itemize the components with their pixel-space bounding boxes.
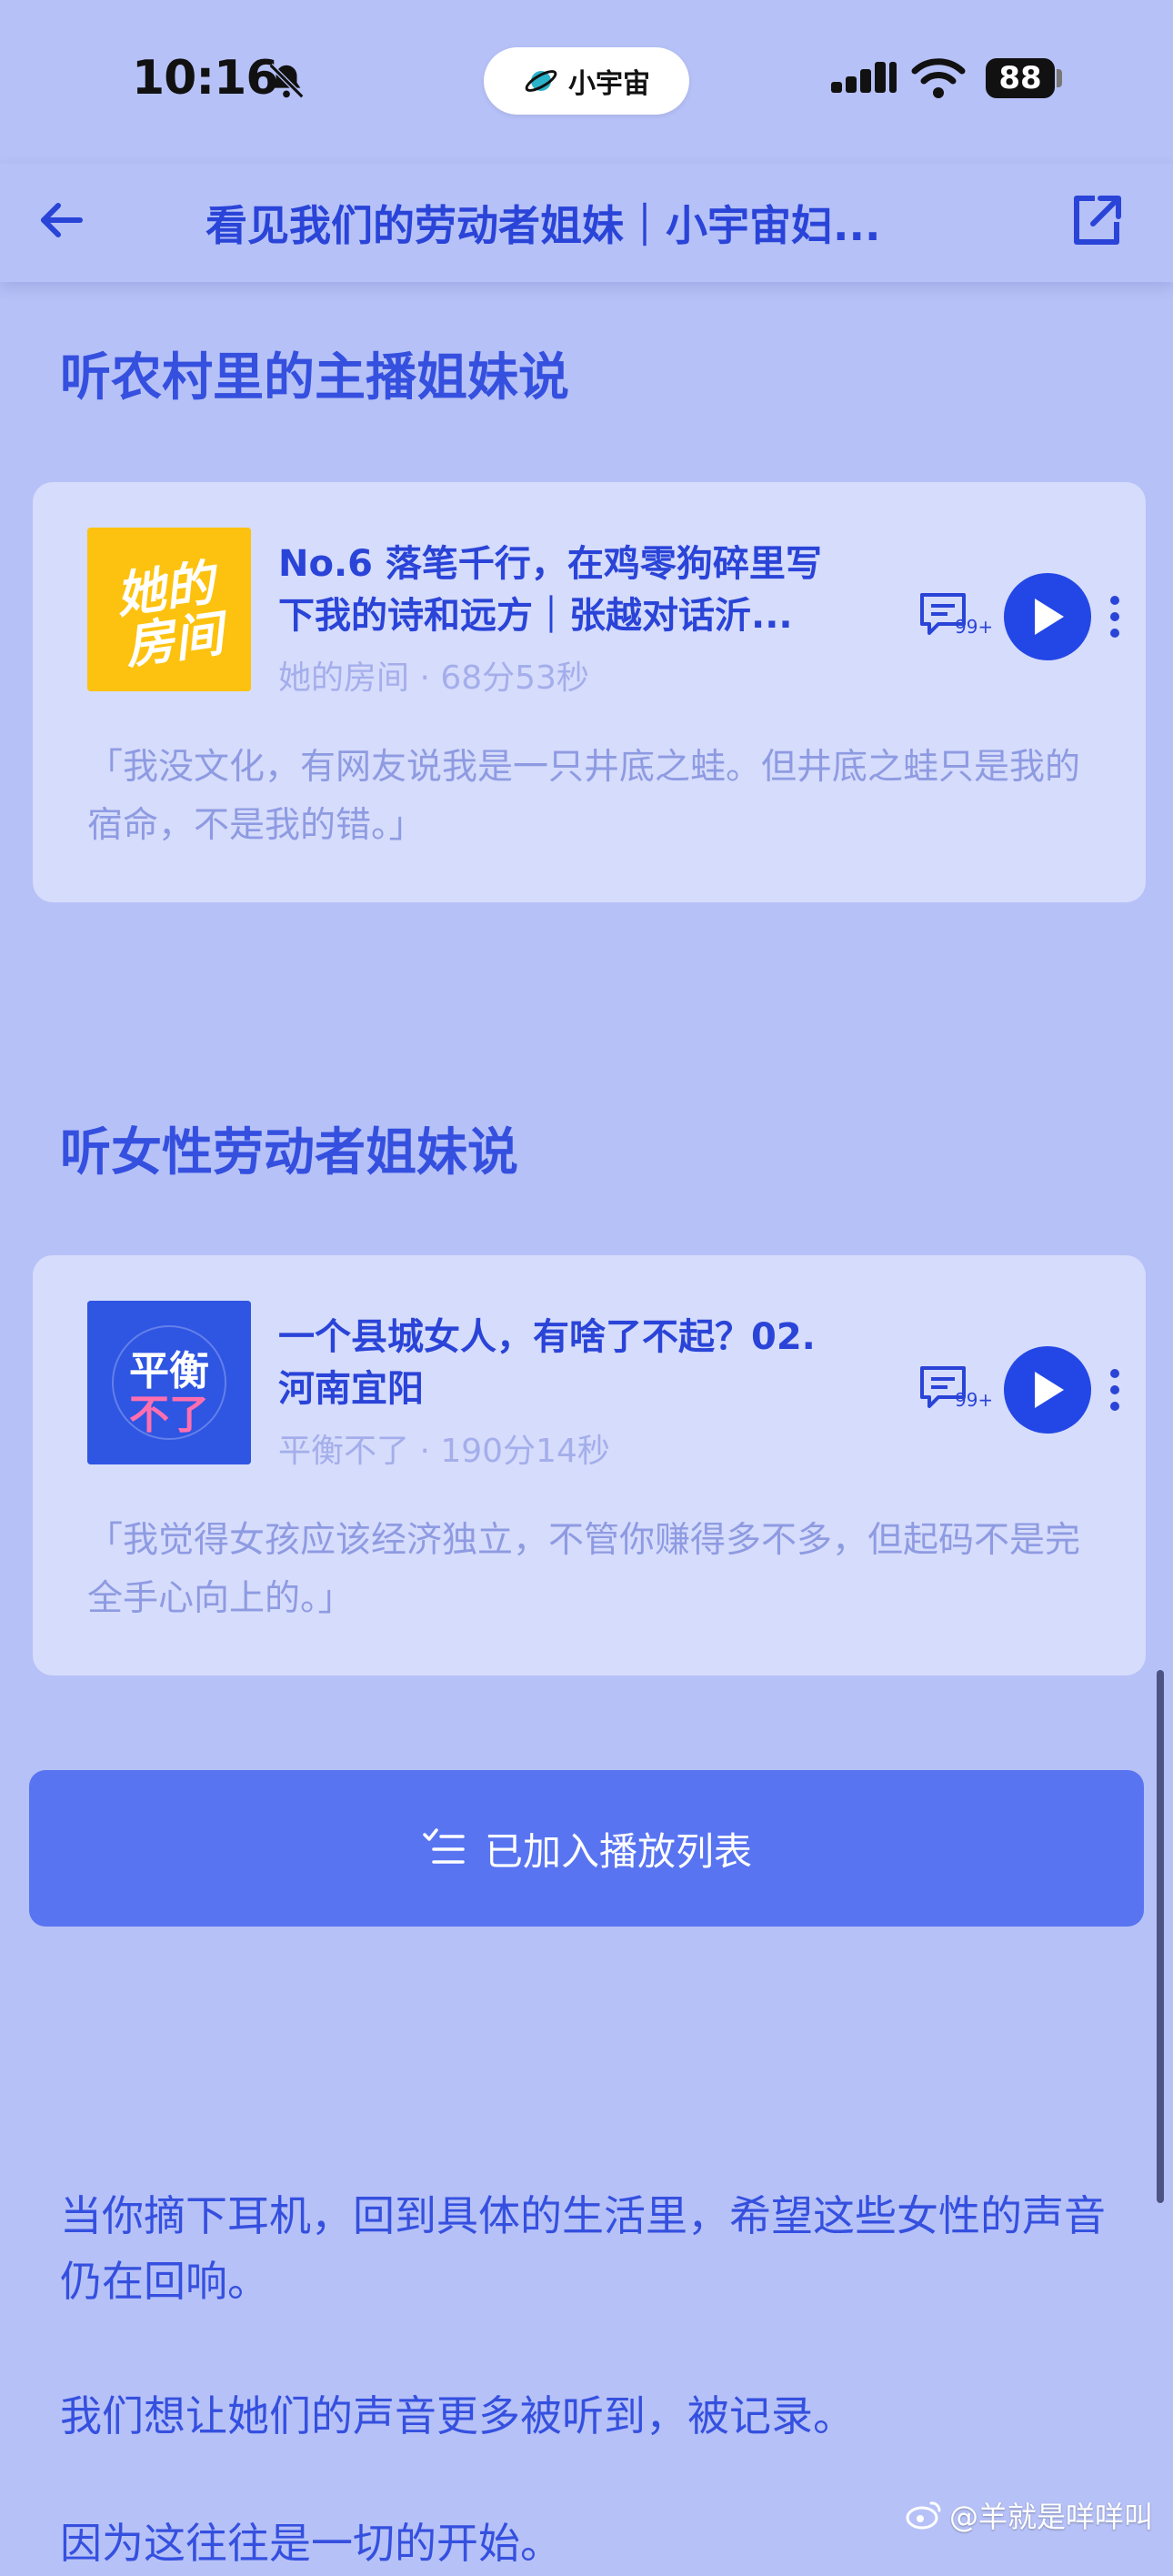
playlist-check-icon bbox=[423, 1828, 465, 1864]
episode-meta-2: 平衡不了 · 190分14秒 bbox=[278, 1433, 610, 1470]
back-arrow-icon[interactable] bbox=[35, 193, 89, 247]
episode-title-2-line1: 一个县城女人，有啥了不起？02. bbox=[278, 1316, 816, 1358]
episode-title-1-line1: No.6 落笔千行，在鸡零狗碎里写 bbox=[278, 543, 822, 585]
added-to-playlist-button[interactable]: 已加入播放列表 bbox=[29, 1770, 1144, 1927]
body-paragraph-2: 我们想让她们的声音更多被听到，被记录。 bbox=[60, 2391, 855, 2440]
comment-badge-1: 99+ bbox=[955, 616, 991, 638]
page-title: 看见我们的劳动者姐妹｜小宇宙妇... bbox=[206, 201, 881, 250]
more-vertical-icon[interactable] bbox=[1106, 589, 1124, 644]
cellular-signal-icon bbox=[831, 62, 897, 93]
episode-title-1-line2: 下我的诗和远方｜张越对话沂... bbox=[278, 595, 793, 637]
cover-art-her-room: 她的 房间 bbox=[87, 528, 251, 691]
app-pill[interactable]: 小宇宙 bbox=[484, 47, 689, 115]
episode-quote-2: 「我觉得女孩应该经济独立，不管你赚得多不多，但起码不是完全手心向上的。」 bbox=[87, 1520, 1081, 1619]
added-to-playlist-label: 已加入播放列表 bbox=[484, 1828, 752, 1874]
svg-text:不了: 不了 bbox=[129, 1392, 209, 1438]
watermark-text: @羊就是咩咩叫 bbox=[949, 2500, 1154, 2534]
play-icon bbox=[1035, 1372, 1064, 1408]
comment-badge-2: 99+ bbox=[955, 1389, 991, 1411]
play-button-1[interactable] bbox=[1004, 573, 1091, 660]
episode-title-2[interactable]: 一个县城女人，有啥了不起？02. 河南宜阳 bbox=[278, 1312, 897, 1415]
wifi-icon bbox=[911, 58, 966, 98]
battery-indicator: 88 bbox=[986, 58, 1055, 98]
more-vertical-icon[interactable] bbox=[1106, 1363, 1124, 1417]
bell-muted-icon bbox=[268, 63, 305, 99]
section-title-rural: 听农村里的主播姐妹说 bbox=[60, 348, 569, 408]
planet-logo-icon bbox=[525, 70, 557, 92]
share-icon[interactable] bbox=[1068, 191, 1126, 249]
body-paragraph-1: 当你摘下耳机，回到具体的生活里，希望这些女性的声音仍在回响。 bbox=[60, 2191, 1106, 2306]
play-icon bbox=[1035, 599, 1064, 635]
play-button-2[interactable] bbox=[1004, 1346, 1091, 1434]
episode-cover-2[interactable]: 平衡 不了 bbox=[87, 1301, 251, 1464]
episode-cover-1[interactable]: 她的 房间 bbox=[87, 528, 251, 691]
battery-tip bbox=[1057, 69, 1062, 87]
episode-title-2-line2: 河南宜阳 bbox=[278, 1368, 424, 1410]
episode-meta-1: 她的房间 · 68分53秒 bbox=[278, 659, 589, 697]
svg-text:平衡: 平衡 bbox=[129, 1348, 209, 1394]
app-pill-label: 小宇宙 bbox=[568, 68, 650, 100]
scrollbar[interactable] bbox=[1157, 1670, 1164, 2203]
section-title-workers: 听女性劳动者姐妹说 bbox=[60, 1123, 518, 1182]
weibo-icon bbox=[906, 2501, 941, 2530]
episode-title-1[interactable]: No.6 落笔千行，在鸡零狗碎里写 下我的诗和远方｜张越对话沂... bbox=[278, 538, 897, 642]
comment-icon[interactable]: 99+ bbox=[918, 589, 991, 644]
comment-icon[interactable]: 99+ bbox=[918, 1363, 991, 1417]
cover-art-balance: 平衡 不了 bbox=[87, 1301, 251, 1464]
episode-quote-1: 「我没文化，有网友说我是一只井底之蛙。但井底之蛙只是我的宿命，不是我的错。」 bbox=[87, 747, 1081, 846]
status-time: 10:16 bbox=[132, 51, 279, 106]
watermark: @羊就是咩咩叫 bbox=[906, 2494, 1153, 2536]
